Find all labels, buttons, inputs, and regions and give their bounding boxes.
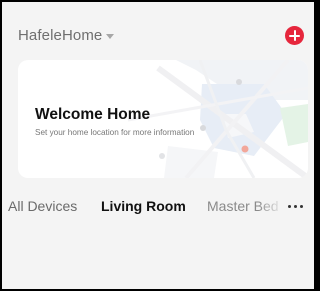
tab-fade-overlay bbox=[258, 196, 284, 218]
tab-living-room[interactable]: Living Room bbox=[101, 198, 186, 214]
more-rooms-button[interactable] bbox=[284, 198, 308, 216]
welcome-subtitle: Set your home location for more informat… bbox=[35, 128, 195, 137]
more-horizontal-icon bbox=[294, 205, 297, 208]
app-screen: HafeleHome Welcome Home Set your home lo… bbox=[2, 2, 314, 289]
more-horizontal-icon bbox=[300, 205, 303, 208]
more-horizontal-icon bbox=[288, 205, 291, 208]
home-name: HafeleHome bbox=[18, 27, 103, 44]
add-button[interactable] bbox=[285, 26, 304, 45]
home-selector[interactable]: HafeleHome bbox=[18, 27, 115, 44]
welcome-title: Welcome Home bbox=[35, 106, 151, 123]
welcome-card[interactable]: Welcome Home Set your home location for … bbox=[18, 60, 308, 178]
caret-down-icon bbox=[106, 34, 115, 39]
tab-all-devices[interactable]: All Devices bbox=[8, 198, 77, 214]
